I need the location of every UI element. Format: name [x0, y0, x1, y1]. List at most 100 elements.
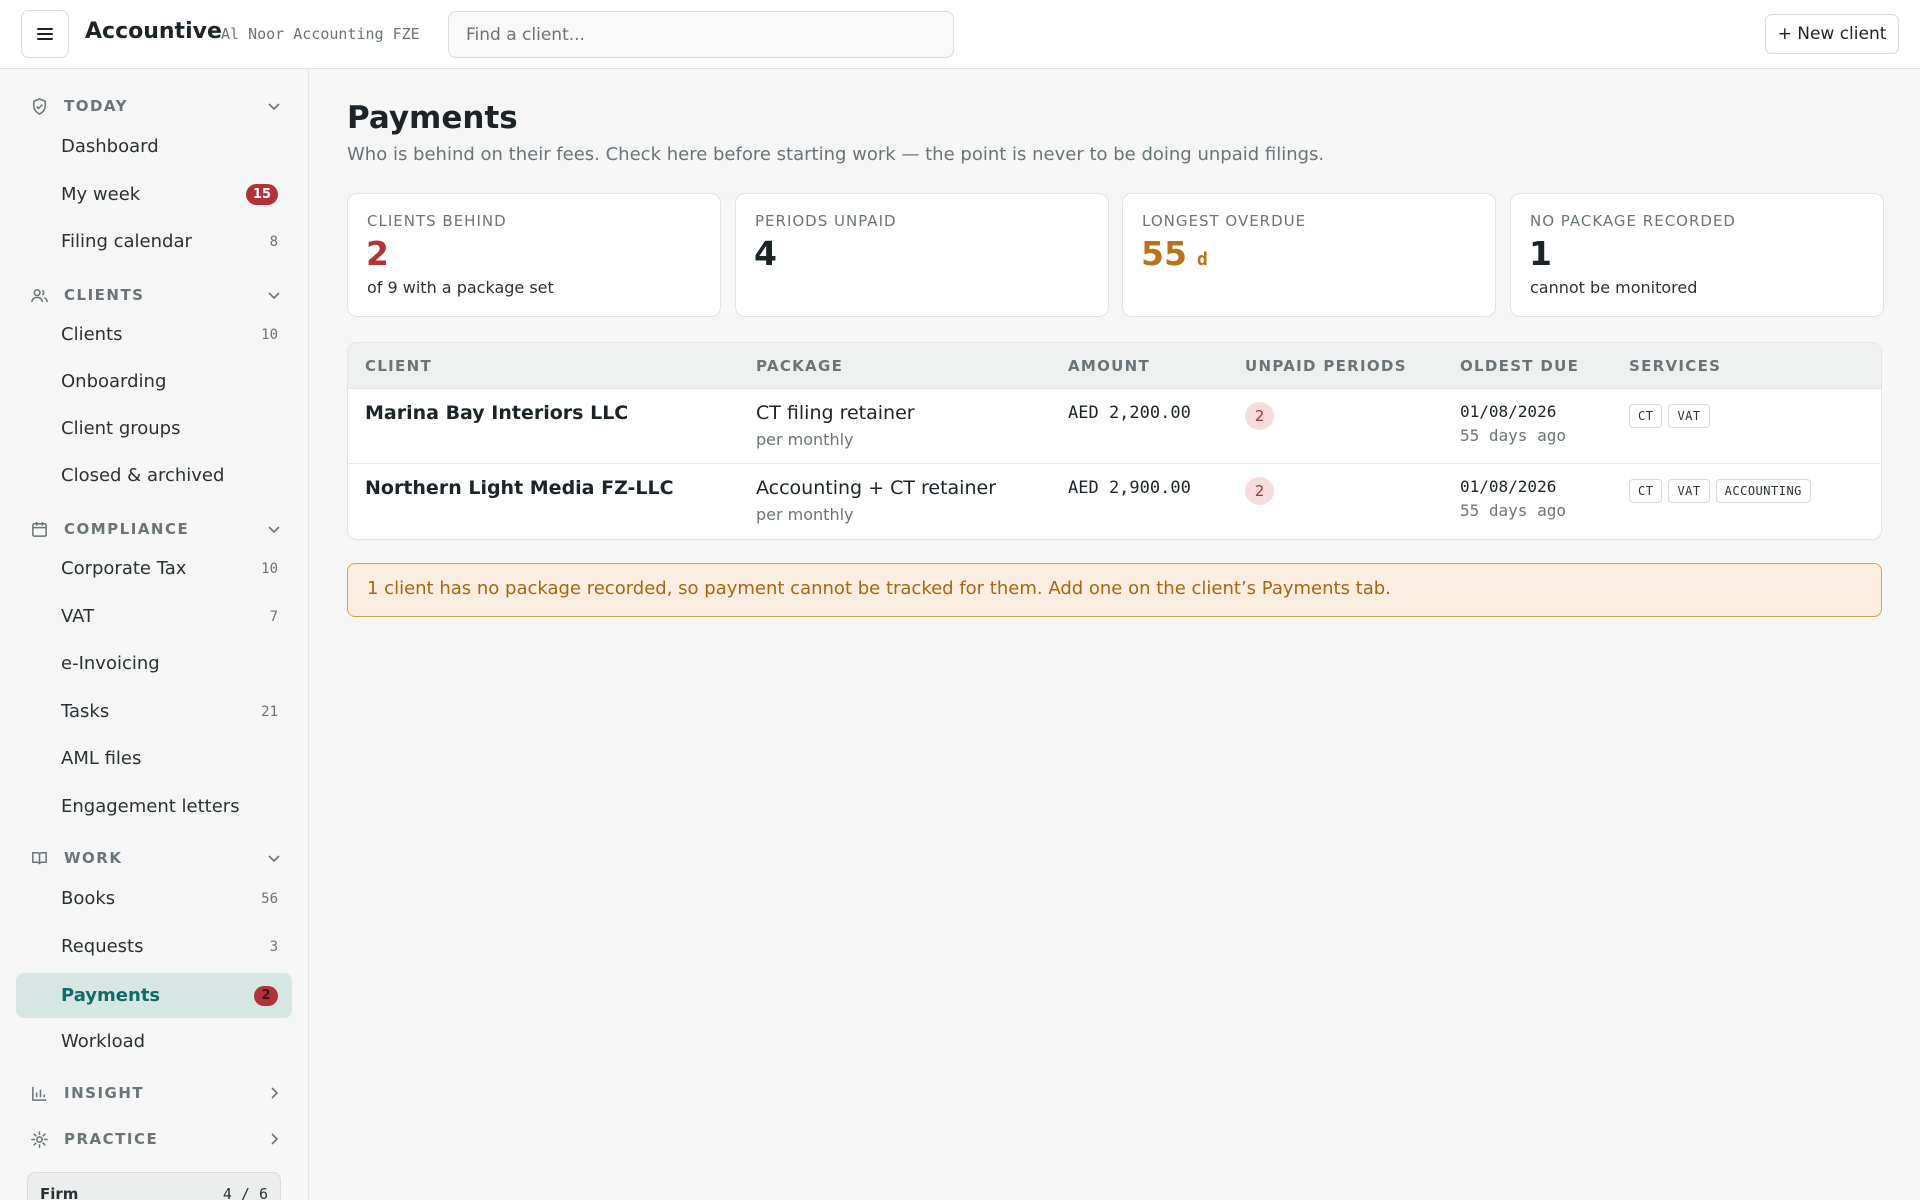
sidebar-item-label: VAT	[61, 606, 95, 627]
item-count: 10	[261, 560, 278, 577]
amount: AED 2,200.00	[1068, 403, 1191, 423]
sidebar-item-label: My week	[61, 184, 141, 205]
sidebar-item-aml-files[interactable]: AML files	[16, 736, 292, 781]
sidebar-item-label: AML files	[61, 748, 142, 769]
sidebar-item-label: Requests	[61, 936, 144, 957]
hamburger-icon	[37, 28, 53, 40]
service-tag: VAT	[1668, 479, 1710, 503]
page-subtitle: Who is behind on their fees. Check here …	[347, 144, 1325, 165]
firm-switcher[interactable]: Firm 4 / 6	[27, 1172, 281, 1200]
stat-label: CLIENTS BEHIND	[367, 212, 507, 230]
sidebar-item-label: Onboarding	[61, 371, 167, 392]
sidebar-item-requests[interactable]: Requests 3	[16, 924, 292, 969]
no-package-notice: 1 client has no package recorded, so pay…	[347, 563, 1882, 617]
sidebar-item-clients[interactable]: Clients 10	[16, 312, 292, 357]
section-compliance[interactable]: COMPLIANCE	[0, 509, 309, 549]
gear-icon	[31, 1130, 48, 1148]
chevron-down-icon	[268, 855, 280, 863]
client-name-link[interactable]: Northern Light Media FZ-LLC	[365, 477, 674, 499]
sidebar-item-label: Workload	[61, 1031, 146, 1052]
book-icon	[32, 851, 47, 864]
section-label: PRACTICE	[64, 1130, 159, 1148]
client-name-link[interactable]: Marina Bay Interiors LLC	[365, 402, 628, 424]
menu-button[interactable]	[21, 10, 69, 58]
amount: AED 2,900.00	[1068, 478, 1191, 498]
shield-check-icon	[33, 97, 46, 115]
section-label: INSIGHT	[64, 1084, 145, 1102]
sidebar-item-vat[interactable]: VAT 7	[16, 594, 292, 639]
client-search-input[interactable]	[448, 11, 954, 58]
sidebar-item-tasks[interactable]: Tasks 21	[16, 689, 292, 734]
stat-note: cannot be monitored	[1530, 278, 1698, 297]
sidebar-item-client-groups[interactable]: Client groups	[16, 406, 292, 451]
sidebar-item-payments[interactable]: Payments 2	[16, 973, 292, 1018]
stat-label: NO PACKAGE RECORDED	[1530, 212, 1736, 230]
sidebar: TODAY Dashboard My week 15 Filing calend…	[0, 69, 309, 1200]
column-header-unpaid-periods[interactable]: UNPAID PERIODS	[1245, 357, 1407, 375]
section-label: COMPLIANCE	[64, 520, 190, 538]
sidebar-item-label: e-Invoicing	[61, 653, 160, 674]
sidebar-item-books[interactable]: Books 56	[16, 876, 292, 921]
package-frequency: per monthly	[756, 430, 854, 449]
stat-unit: d	[1196, 249, 1208, 270]
stat-card-no-package: NO PACKAGE RECORDED 1 cannot be monitore…	[1510, 193, 1884, 317]
service-tags: CT VAT ACCOUNTING	[1629, 479, 1811, 503]
service-tag: ACCOUNTING	[1715, 479, 1811, 503]
sidebar-item-label: Filing calendar	[61, 231, 192, 252]
unpaid-periods-badge: 2	[1245, 402, 1274, 430]
stat-card-clients-behind: CLIENTS BEHIND 2 of 9 with a package set	[347, 193, 721, 317]
sidebar-item-label: Dashboard	[61, 136, 159, 157]
sidebar-item-label: Closed & archived	[61, 465, 225, 486]
calendar-icon	[32, 521, 47, 537]
firm-box-value: 4 / 6	[222, 1185, 268, 1200]
sidebar-item-engagement-letters[interactable]: Engagement letters	[16, 784, 292, 829]
sidebar-item-e-invoicing[interactable]: e-Invoicing	[16, 641, 292, 686]
sidebar-item-closed-archived[interactable]: Closed & archived	[16, 453, 292, 498]
top-bar: Accountive Al Noor Accounting FZE + New …	[0, 0, 1920, 69]
count-badge: 15	[245, 184, 278, 205]
column-header-oldest-due[interactable]: OLDEST DUE	[1460, 357, 1579, 375]
sidebar-item-my-week[interactable]: My week 15	[16, 172, 292, 217]
column-header-amount[interactable]: AMOUNT	[1068, 357, 1150, 375]
sidebar-item-label: Corporate Tax	[61, 558, 187, 579]
notice-text: 1 client has no package recorded, so pay…	[367, 578, 1391, 599]
section-practice[interactable]: PRACTICE	[0, 1119, 309, 1159]
service-tag: CT	[1629, 404, 1663, 428]
page-title: Payments	[347, 100, 518, 136]
column-header-client[interactable]: CLIENT	[365, 357, 432, 375]
sidebar-item-label: Clients	[61, 324, 123, 345]
sidebar-item-workload[interactable]: Workload	[16, 1019, 292, 1064]
section-work[interactable]: WORK	[0, 838, 309, 878]
sidebar-item-onboarding[interactable]: Onboarding	[16, 359, 292, 404]
table-row[interactable]: Northern Light Media FZ-LLC Accounting +…	[348, 464, 1881, 539]
app-brand[interactable]: Accountive	[85, 19, 222, 44]
sidebar-item-label: Payments	[61, 985, 161, 1006]
sidebar-item-filing-calendar[interactable]: Filing calendar 8	[16, 219, 292, 264]
section-today[interactable]: TODAY	[0, 86, 309, 126]
sidebar-item-corporate-tax[interactable]: Corporate Tax 10	[16, 546, 292, 591]
new-client-button[interactable]: + New client	[1765, 14, 1899, 54]
section-label: CLIENTS	[64, 286, 145, 304]
package-name: CT filing retainer	[756, 402, 915, 424]
chevron-down-icon	[268, 292, 280, 300]
stat-card-longest-overdue: LONGEST OVERDUE 55 d	[1122, 193, 1496, 317]
column-header-services[interactable]: SERVICES	[1629, 357, 1721, 375]
column-header-package[interactable]: PACKAGE	[756, 357, 843, 375]
item-count: 10	[261, 326, 278, 343]
section-clients[interactable]: CLIENTS	[0, 275, 309, 315]
oldest-due-age: 55 days ago	[1460, 426, 1566, 445]
table-row[interactable]: Marina Bay Interiors LLC CT filing retai…	[348, 389, 1881, 464]
service-tag: CT	[1629, 479, 1663, 503]
item-count: 3	[269, 938, 278, 955]
item-count: 7	[269, 608, 278, 625]
chevron-right-icon	[271, 1133, 279, 1145]
section-label: WORK	[64, 849, 123, 867]
stat-value: 2	[366, 234, 389, 273]
chevron-down-icon	[268, 526, 280, 534]
section-insight[interactable]: INSIGHT	[0, 1073, 309, 1113]
item-count: 8	[269, 233, 278, 250]
service-tags: CT VAT	[1629, 404, 1710, 428]
sidebar-item-dashboard[interactable]: Dashboard	[16, 124, 292, 169]
section-label: TODAY	[64, 97, 128, 115]
stat-note: of 9 with a package set	[367, 278, 554, 297]
